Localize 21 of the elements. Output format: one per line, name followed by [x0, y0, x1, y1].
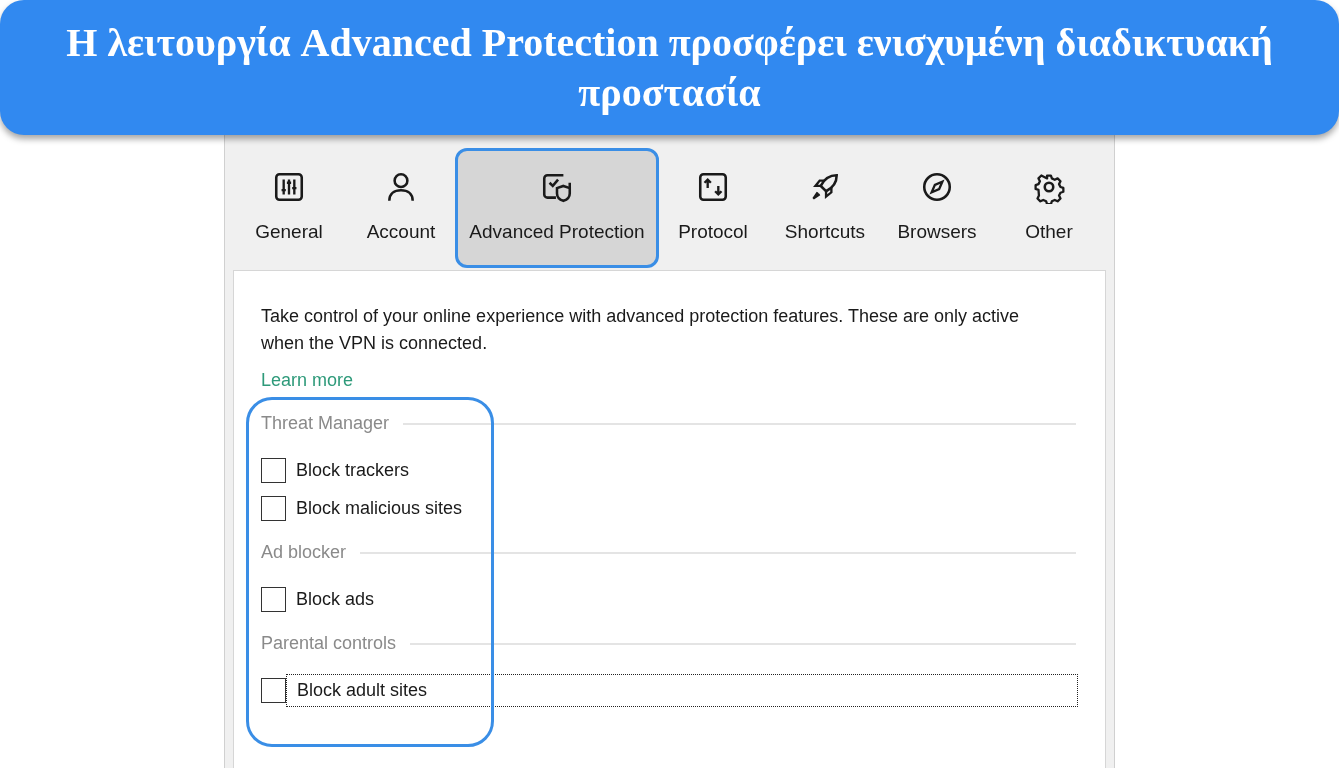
tab[interactable]: Other — [993, 150, 1105, 266]
tab[interactable]: General — [233, 150, 345, 266]
checkbox[interactable] — [261, 677, 286, 703]
checkbox-label[interactable]: Block trackers — [296, 456, 410, 484]
tab[interactable]: Advanced Protection — [457, 150, 657, 266]
checkbox[interactable] — [261, 586, 286, 612]
learn-more-link[interactable]: Learn more — [261, 367, 354, 394]
section-heading: Parental controls — [261, 632, 397, 655]
checkbox-label[interactable]: Block adult sites — [286, 673, 1078, 707]
banner-title: Η λειτουργία Advanced Protection προσφέρει ενισχυμένη διαδικτυακή προστασία — [65, 18, 1274, 117]
tab[interactable]: Browsers — [881, 150, 993, 266]
section-heading: Ad blocker — [261, 541, 347, 564]
checkbox-label[interactable]: Block malicious sites — [296, 494, 463, 522]
tab[interactable]: Protocol — [657, 150, 769, 266]
checkbox-label[interactable]: Block ads — [296, 585, 375, 613]
checkbox[interactable] — [261, 495, 286, 521]
tab[interactable]: Shortcuts — [769, 150, 881, 266]
section-heading: Threat Manager — [261, 412, 390, 435]
description-text: Take control of your online experience with advanced protection features. These are only active when the VPN is connected. — [261, 305, 1021, 355]
tab[interactable]: Account — [345, 150, 457, 266]
checkbox[interactable] — [261, 457, 286, 483]
